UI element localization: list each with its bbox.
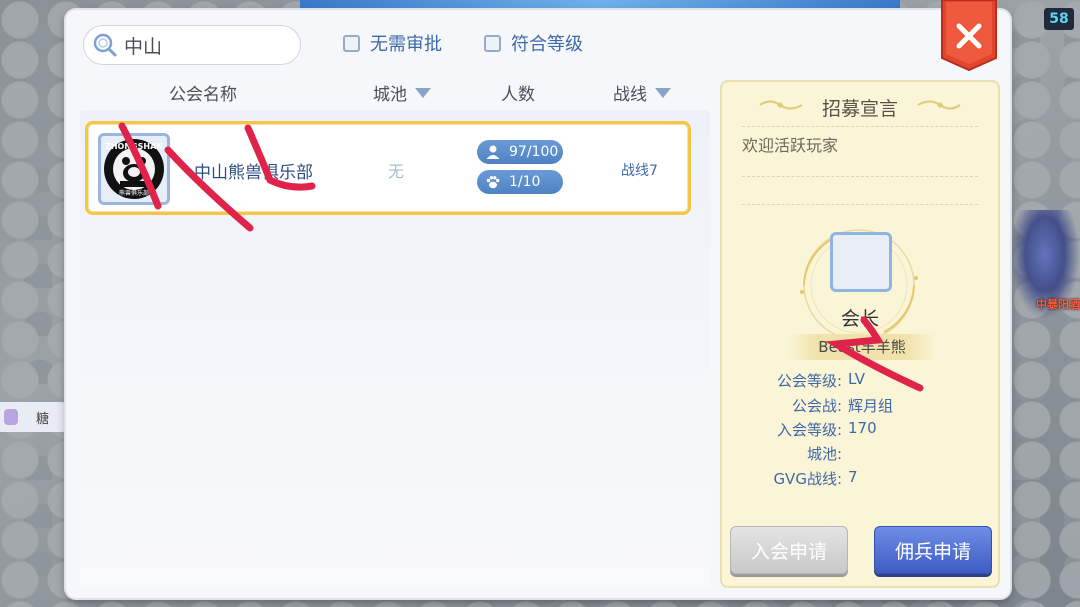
divider — [742, 126, 978, 127]
info-label: GVG战线: — [773, 470, 842, 488]
filter-no-approval[interactable]: 无需审批 — [343, 30, 442, 56]
guild-search-panel: 无需审批 符合等级 公会名称 城池 人数 战线 — [66, 10, 1010, 598]
pet-count-badge: 1/10 — [477, 170, 563, 194]
column-header-label: 公会名称 — [169, 85, 237, 105]
mercenary-request-button[interactable]: 佣兵申请 — [874, 526, 992, 574]
member-count: 97/100 — [509, 144, 559, 160]
info-label: 公会等级: — [776, 372, 842, 390]
leader-title: 会长 — [840, 308, 879, 330]
emblem-sub-text: 熊兽俱乐部 — [119, 189, 149, 197]
paw-icon — [485, 174, 501, 190]
column-header-battle-line[interactable]: 战线 — [613, 80, 671, 105]
search-input[interactable] — [124, 34, 284, 56]
column-header-name: 公会名称 — [169, 80, 237, 105]
filter-label: 符合等级 — [511, 34, 583, 55]
pet-count: 1/10 — [509, 174, 541, 190]
search-icon — [92, 32, 118, 58]
search-box[interactable] — [83, 25, 301, 65]
divider — [742, 204, 978, 205]
divider — [742, 176, 978, 177]
info-label: 城池: — [806, 445, 842, 463]
guild-name: 中山熊兽俱乐部 — [194, 163, 313, 183]
info-value: 170 — [848, 419, 877, 437]
guild-list: ZHONGSHAN 熊兽俱乐部 中山熊兽俱乐部 无 97/100 1/10 战线… — [80, 110, 710, 588]
guild-battle-line: 战线7 — [621, 163, 658, 179]
emblem-text: ZHONGSHAN — [105, 142, 163, 151]
info-value: 7 — [848, 468, 858, 486]
background-item-text: 糖 — [36, 411, 50, 427]
leader-avatar[interactable] — [830, 232, 892, 292]
checkbox[interactable] — [343, 34, 360, 52]
filter-level-match[interactable]: 符合等级 — [484, 30, 583, 56]
leader-name: Beast羊羊熊 — [788, 334, 936, 360]
guild-emblem: ZHONGSHAN 熊兽俱乐部 — [98, 133, 170, 205]
filter-label: 无需审批 — [370, 34, 442, 55]
checkbox[interactable] — [484, 34, 501, 52]
sort-arrow-icon[interactable] — [415, 87, 431, 98]
close-icon[interactable] — [940, 0, 998, 72]
recruit-card: 招募宣言 欢迎活跃玩家 会长 Beast羊羊熊 公会等级: LV 公会战: 辉月… — [720, 80, 1000, 588]
person-icon — [485, 144, 501, 160]
guild-row[interactable]: ZHONGSHAN 熊兽俱乐部 中山熊兽俱乐部 无 97/100 1/10 战线… — [85, 121, 691, 215]
sort-arrow-icon[interactable] — [655, 87, 671, 98]
info-value: 辉月组 — [848, 397, 894, 415]
join-request-button[interactable]: 入会申请 — [730, 526, 848, 574]
column-header-city[interactable]: 城池 — [373, 80, 431, 105]
member-count-badge: 97/100 — [477, 140, 563, 164]
recruit-declaration: 欢迎活跃玩家 — [742, 136, 839, 155]
background-character-label: 中暴阳酒 — [1036, 298, 1080, 311]
gem-icon — [4, 409, 18, 425]
info-label: 入会等级: — [776, 421, 842, 439]
info-label: 公会战: — [791, 397, 842, 415]
info-value: LV — [848, 370, 865, 388]
close-button[interactable] — [940, 0, 998, 72]
table-header: 公会名称 城池 人数 战线 — [83, 76, 709, 112]
column-header-members: 人数 — [501, 80, 535, 105]
fps-counter: 58 — [1044, 8, 1074, 30]
column-header-label: 战线 — [613, 85, 647, 105]
bear-emblem-icon: ZHONGSHAN 熊兽俱乐部 — [104, 139, 164, 199]
background-item-chip: 糖 — [0, 402, 66, 432]
guild-city: 无 — [388, 162, 405, 181]
card-title: 招募宣言 — [821, 98, 898, 120]
column-header-label: 城池 — [373, 85, 407, 105]
column-header-label: 人数 — [501, 85, 535, 105]
